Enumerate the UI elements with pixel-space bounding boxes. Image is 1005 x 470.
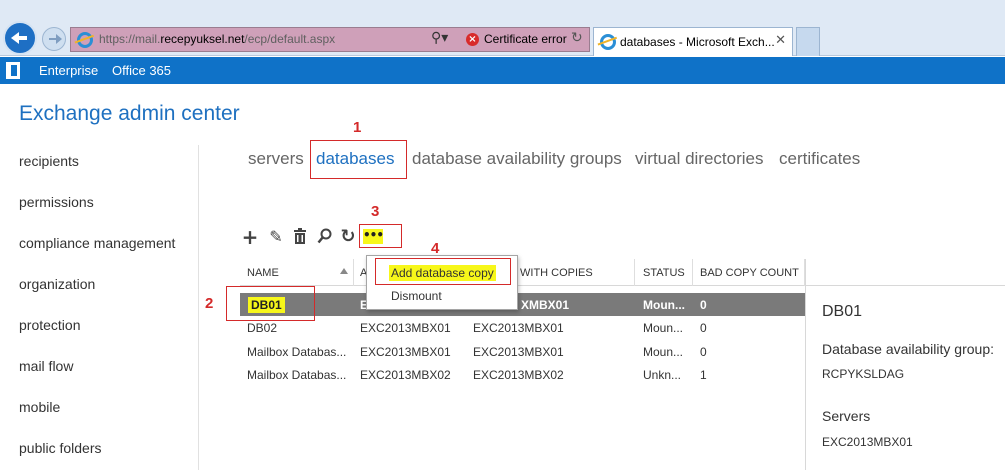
- tab-title: databases - Microsoft Exch...: [620, 35, 775, 49]
- row-active-server: EXC2013MBX01: [360, 345, 451, 359]
- table-row[interactable]: Mailbox Databas... EXC2013MBX02 EXC2013M…: [240, 363, 805, 386]
- certificate-error-icon[interactable]: ×: [466, 33, 479, 46]
- office365-link[interactable]: Office 365: [112, 63, 171, 78]
- search-icon[interactable]: ⚲▾: [431, 30, 448, 46]
- table-row[interactable]: Mailbox Databas... EXC2013MBX01 EXC2013M…: [240, 340, 805, 363]
- annotation-number-3: 3: [371, 203, 380, 220]
- refresh-icon[interactable]: ↻: [339, 228, 357, 246]
- details-servers-label: Servers: [822, 408, 871, 424]
- column-separator: [353, 259, 354, 286]
- row-active-server: EXC2013MBX02: [360, 368, 451, 382]
- column-name[interactable]: NAME: [247, 267, 279, 279]
- ie-icon: [77, 32, 93, 48]
- row-name: Mailbox Databas...: [247, 345, 347, 359]
- annotation-box-4: [375, 258, 511, 285]
- trash-glyph: [294, 228, 306, 244]
- refresh-icon[interactable]: ↻: [571, 30, 583, 46]
- details-servers-value: EXC2013MBX01: [822, 435, 913, 449]
- row-copies: XMBX01: [521, 298, 570, 312]
- sort-ascending-icon[interactable]: [340, 268, 348, 274]
- browser-tab[interactable]: databases - Microsoft Exch... ✕: [593, 27, 793, 56]
- annotation-number-4: 4: [431, 240, 440, 257]
- details-title: DB01: [822, 303, 863, 320]
- close-icon[interactable]: ✕: [775, 33, 786, 48]
- tab-certificates[interactable]: certificates: [779, 149, 860, 169]
- office-logo-icon[interactable]: [6, 62, 20, 79]
- column-status[interactable]: STATUS: [643, 267, 685, 279]
- tab-virtual-directories[interactable]: virtual directories: [635, 149, 764, 169]
- nav-item-recipients[interactable]: recipients: [19, 153, 79, 169]
- forward-arrow-icon[interactable]: [42, 27, 66, 51]
- row-bad-count: 0: [700, 321, 707, 335]
- edit-icon[interactable]: ✎: [267, 228, 285, 246]
- nav-item-public-folders[interactable]: public folders: [19, 440, 102, 456]
- nav-item-mobile[interactable]: mobile: [19, 399, 60, 415]
- nav-divider: [198, 145, 199, 470]
- row-status: Unkn...: [643, 368, 682, 382]
- row-copies: EXC2013MBX02: [473, 368, 564, 382]
- url-text: https://mail.recepyuksel.net/ecp/default…: [99, 32, 336, 46]
- page-title: Exchange admin center: [19, 102, 240, 125]
- delete-icon[interactable]: [291, 228, 309, 246]
- details-dag-label: Database availability group:: [822, 341, 994, 357]
- menu-item-dismount[interactable]: Dismount: [367, 285, 517, 307]
- row-name: DB02: [247, 321, 278, 335]
- table-row-selected[interactable]: DB01 E XMBX01 Moun... 0: [240, 293, 805, 316]
- nav-item-compliance-management[interactable]: compliance management: [19, 235, 175, 251]
- row-copies: EXC2013MBX01: [473, 321, 564, 335]
- office-top-bar: Enterprise Office 365: [0, 57, 1005, 84]
- column-bad-copy-count[interactable]: BAD COPY COUNT: [700, 267, 799, 279]
- new-tab-button[interactable]: [796, 27, 820, 56]
- row-name: Mailbox Databas...: [247, 368, 347, 382]
- row-bad-count: 0: [700, 345, 707, 359]
- certificate-error-text[interactable]: Certificate error: [484, 32, 567, 46]
- annotation-number-2: 2: [205, 295, 214, 312]
- table-row[interactable]: DB02 EXC2013MBX01 EXC2013MBX01 Moun... 0: [240, 316, 805, 339]
- nav-item-organization[interactable]: organization: [19, 276, 95, 292]
- tab-servers[interactable]: servers: [248, 149, 304, 169]
- row-active-server: EXC2013MBX01: [360, 321, 451, 335]
- column-separator: [634, 259, 635, 286]
- annotation-number-1: 1: [353, 119, 362, 136]
- nav-item-permissions[interactable]: permissions: [19, 194, 94, 210]
- details-pane: DB01 Database availability group: RCPYKS…: [805, 259, 1005, 470]
- menu-item-label: Dismount: [391, 289, 442, 303]
- column-servers-with-copies[interactable]: WITH COPIES: [520, 267, 593, 279]
- nav-item-protection[interactable]: protection: [19, 317, 80, 333]
- magnifier-glyph: [317, 228, 332, 244]
- row-status: Moun...: [643, 321, 684, 335]
- annotation-box-2: [226, 286, 315, 321]
- row-status: Moun...: [643, 298, 685, 312]
- enterprise-link[interactable]: Enterprise: [39, 63, 98, 78]
- back-arrow-icon[interactable]: [3, 21, 37, 55]
- row-bad-count: 0: [700, 298, 707, 312]
- row-status: Moun...: [643, 345, 684, 359]
- row-bad-count: 1: [700, 368, 707, 382]
- add-icon[interactable]: +: [241, 227, 259, 247]
- browser-chrome: https://mail.recepyuksel.net/ecp/default…: [0, 0, 1005, 56]
- address-bar[interactable]: https://mail.recepyuksel.net/ecp/default…: [70, 27, 590, 52]
- ie-tab-icon: [600, 34, 616, 50]
- annotation-box-1: [310, 140, 407, 179]
- tab-database-availability-groups[interactable]: database availability groups: [412, 149, 622, 169]
- annotation-box-3: [359, 224, 402, 248]
- details-dag-value: RCPYKSLDAG: [822, 367, 905, 381]
- nav-item-mail-flow[interactable]: mail flow: [19, 358, 73, 374]
- row-copies: EXC2013MBX01: [473, 345, 564, 359]
- search-icon[interactable]: [316, 228, 334, 246]
- column-separator: [692, 259, 693, 286]
